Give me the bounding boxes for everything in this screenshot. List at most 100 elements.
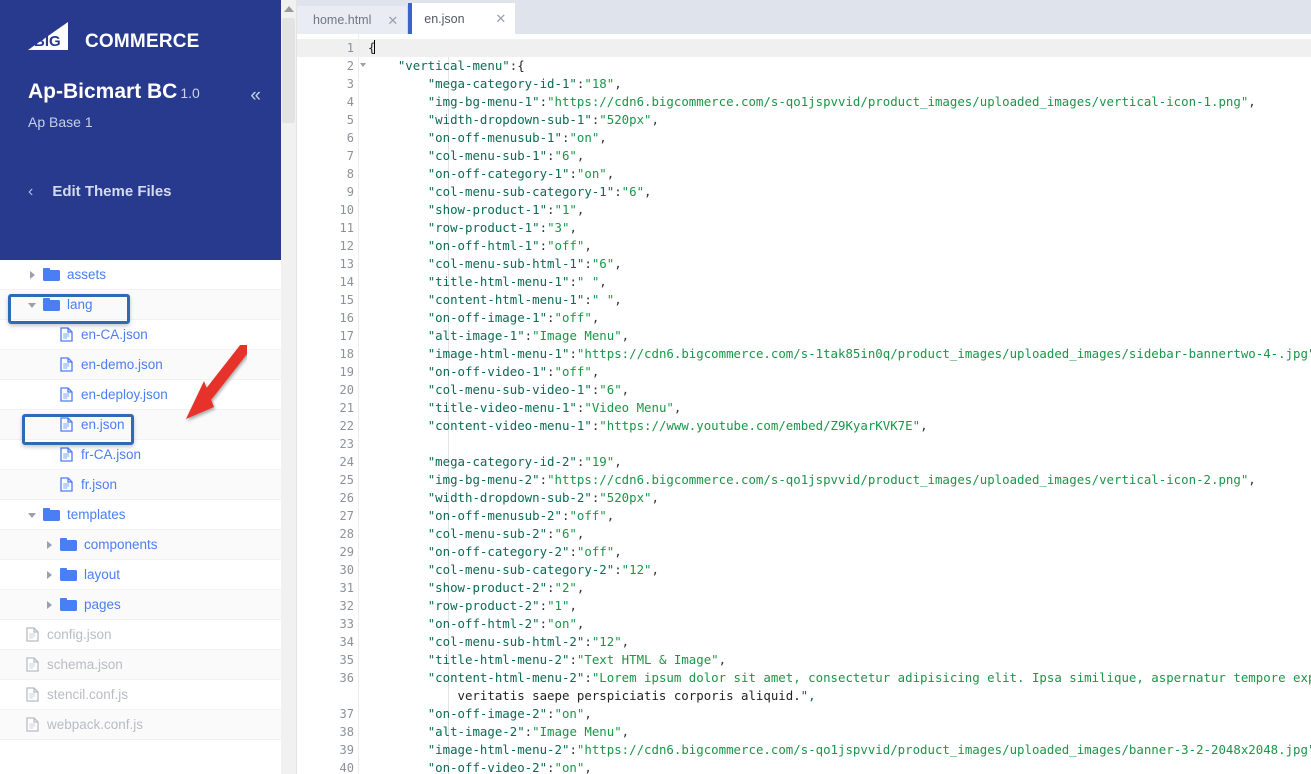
code-line[interactable]: "show-product-1":"1",	[359, 201, 1311, 219]
code-line[interactable]: {	[359, 39, 1311, 57]
edit-theme-files-label: Edit Theme Files	[52, 183, 172, 200]
line-number: 27	[339, 509, 354, 523]
tree-item-en-deploy-json[interactable]: en-deploy.json	[0, 380, 281, 410]
code-line[interactable]: "show-product-2":"2",	[359, 579, 1311, 597]
code-line[interactable]: "col-menu-sub-html-1":"6",	[359, 255, 1311, 273]
tree-item-label: pages	[84, 597, 121, 612]
line-number: 2	[297, 57, 366, 75]
line-number: 11	[339, 221, 354, 235]
editor-tab-en-json[interactable]: en.json ✕	[408, 3, 517, 34]
code-line[interactable]: "title-html-menu-1":" ",	[359, 273, 1311, 291]
sidebar-header: BIG COMMERCE Ap-Bicmart BC 1.0 Ap Base 1 …	[0, 0, 281, 260]
code-line[interactable]: "title-video-menu-1":"Video Menu",	[359, 399, 1311, 417]
tree-item-en-demo-json[interactable]: en-demo.json	[0, 350, 281, 380]
tree-item-label: fr.json	[81, 477, 118, 492]
bigcommerce-logo-mark: BIG	[28, 22, 68, 50]
code-line[interactable]: "on-off-menusub-2":"off",	[359, 507, 1311, 525]
code-line[interactable]: "col-menu-sub-category-2":"12",	[359, 561, 1311, 579]
code-line[interactable]	[359, 435, 1311, 453]
editor-vertical-scrollbar[interactable]	[281, 0, 297, 774]
line-number: 34	[339, 635, 354, 649]
line-number: 1	[297, 39, 366, 57]
code-line[interactable]: "content-html-menu-2":"Lorem ipsum dolor…	[359, 669, 1311, 687]
code-line[interactable]: "col-menu-sub-category-1":"6",	[359, 183, 1311, 201]
chevron-down-icon[interactable]	[27, 299, 38, 310]
tree-item-pages[interactable]: pages	[0, 590, 281, 620]
close-icon[interactable]: ✕	[495, 12, 506, 25]
code-line[interactable]: "on-off-html-2":"on",	[359, 615, 1311, 633]
code-line[interactable]: "col-menu-sub-1":"6",	[359, 147, 1311, 165]
code-line[interactable]: "width-dropdown-sub-1":"520px",	[359, 111, 1311, 129]
code-line[interactable]: "col-menu-sub-2":"6",	[359, 525, 1311, 543]
line-number	[297, 687, 358, 705]
code-line[interactable]: "on-off-category-1":"on",	[359, 165, 1311, 183]
code-line[interactable]: "row-product-2":"1",	[359, 597, 1311, 615]
collapse-sidebar-icon[interactable]: «	[250, 86, 261, 105]
line-number: 28	[339, 527, 354, 541]
tree-item-fr-json[interactable]: fr.json	[0, 470, 281, 500]
tree-item-templates[interactable]: templates	[0, 500, 281, 530]
code-line[interactable]: "on-off-html-1":"off",	[359, 237, 1311, 255]
code-line[interactable]: "on-off-video-2":"on",	[359, 759, 1311, 774]
line-number: 10	[339, 203, 354, 217]
code-line[interactable]: "image-html-menu-2":"https://cdn6.bigcom…	[359, 741, 1311, 759]
code-line[interactable]: "col-menu-sub-video-1":"6",	[359, 381, 1311, 399]
code-line[interactable]: "content-html-menu-1":" ",	[359, 291, 1311, 309]
close-icon[interactable]: ✕	[387, 14, 398, 27]
folder-icon	[60, 598, 77, 611]
editor-tab-home-html[interactable]: home.html ✕	[297, 6, 409, 34]
tree-item-webpack-conf-js[interactable]: webpack.conf.js	[0, 710, 281, 740]
line-number-gutter: 1 2 3 4 5 6 7 8 9 10 11 12 13 14 15 16 17 18 19 20 21 22 23 24 2…	[297, 34, 366, 774]
tree-item-fr-ca-json[interactable]: fr-CA.json	[0, 440, 281, 470]
tree-item-config-json[interactable]: config.json	[0, 620, 281, 650]
code-editor[interactable]: 1 2 3 4 5 6 7 8 9 10 11 12 13 14 15 16 17 18 19 20 21 22 23 24 2…	[297, 34, 1311, 774]
code-line[interactable]: "mega-category-id-1":"18",	[359, 75, 1311, 93]
file-tree[interactable]: assets lang en-CA.json en-demo.json en-deplo…	[0, 260, 281, 774]
tree-item-components[interactable]: components	[0, 530, 281, 560]
chevron-right-icon[interactable]	[44, 569, 55, 580]
code-line[interactable]: "on-off-image-1":"off",	[359, 309, 1311, 327]
line-number: 25	[339, 473, 354, 487]
code-line[interactable]: "img-bg-menu-2":"https://cdn6.bigcommerc…	[359, 471, 1311, 489]
code-content[interactable]: { "vertical-menu":{ "mega-category-id-1"…	[359, 34, 1311, 774]
code-line[interactable]: "on-off-category-2":"off",	[359, 543, 1311, 561]
chevron-right-icon[interactable]	[44, 599, 55, 610]
line-number: 40	[339, 761, 354, 774]
code-line[interactable]: "img-bg-menu-1":"https://cdn6.bigcommerc…	[359, 93, 1311, 111]
line-number: 37	[339, 707, 354, 721]
tree-item-schema-json[interactable]: schema.json	[0, 650, 281, 680]
chevron-right-icon[interactable]	[27, 269, 38, 280]
tree-item-layout[interactable]: layout	[0, 560, 281, 590]
code-line[interactable]: "image-html-menu-1":"https://cdn6.bigcom…	[359, 345, 1311, 363]
line-number: 6	[346, 131, 354, 145]
code-line[interactable]: "width-dropdown-sub-2":"520px",	[359, 489, 1311, 507]
code-line[interactable]: "on-off-menusub-1":"on",	[359, 129, 1311, 147]
chevron-down-icon[interactable]	[27, 509, 38, 520]
code-line[interactable]: "content-video-menu-1":"https://www.yout…	[359, 417, 1311, 435]
line-number: 5	[346, 113, 354, 127]
line-number: 16	[339, 311, 354, 325]
code-line[interactable]: "vertical-menu":{	[359, 57, 1311, 75]
code-line[interactable]: "on-off-video-1":"off",	[359, 363, 1311, 381]
code-line[interactable]: "mega-category-id-2":"19",	[359, 453, 1311, 471]
scrollbar-thumb[interactable]	[282, 18, 295, 123]
code-line[interactable]: "title-html-menu-2":"Text HTML & Image",	[359, 651, 1311, 669]
tree-item-stencil-conf-js[interactable]: stencil.conf.js	[0, 680, 281, 710]
scroll-up-arrow-icon[interactable]	[284, 6, 294, 12]
code-line[interactable]: "alt-image-2":"Image Menu",	[359, 723, 1311, 741]
tree-item-en-ca-json[interactable]: en-CA.json	[0, 320, 281, 350]
line-number: 13	[339, 257, 354, 271]
code-line[interactable]: veritatis saepe perspiciatis corporis al…	[359, 687, 1311, 705]
tree-item-assets[interactable]: assets	[0, 260, 281, 290]
code-line[interactable]: "row-product-1":"3",	[359, 219, 1311, 237]
tree-item-lang[interactable]: lang	[0, 290, 281, 320]
logo-big-text: BIG	[34, 33, 61, 50]
code-line[interactable]: "on-off-image-2":"on",	[359, 705, 1311, 723]
chevron-right-icon[interactable]	[44, 539, 55, 550]
edit-theme-files-nav[interactable]: ‹ Edit Theme Files	[28, 183, 172, 200]
code-line[interactable]: "alt-image-1":"Image Menu",	[359, 327, 1311, 345]
code-line[interactable]: "col-menu-sub-html-2":"12",	[359, 633, 1311, 651]
tree-item-en-json[interactable]: en.json	[0, 410, 281, 440]
